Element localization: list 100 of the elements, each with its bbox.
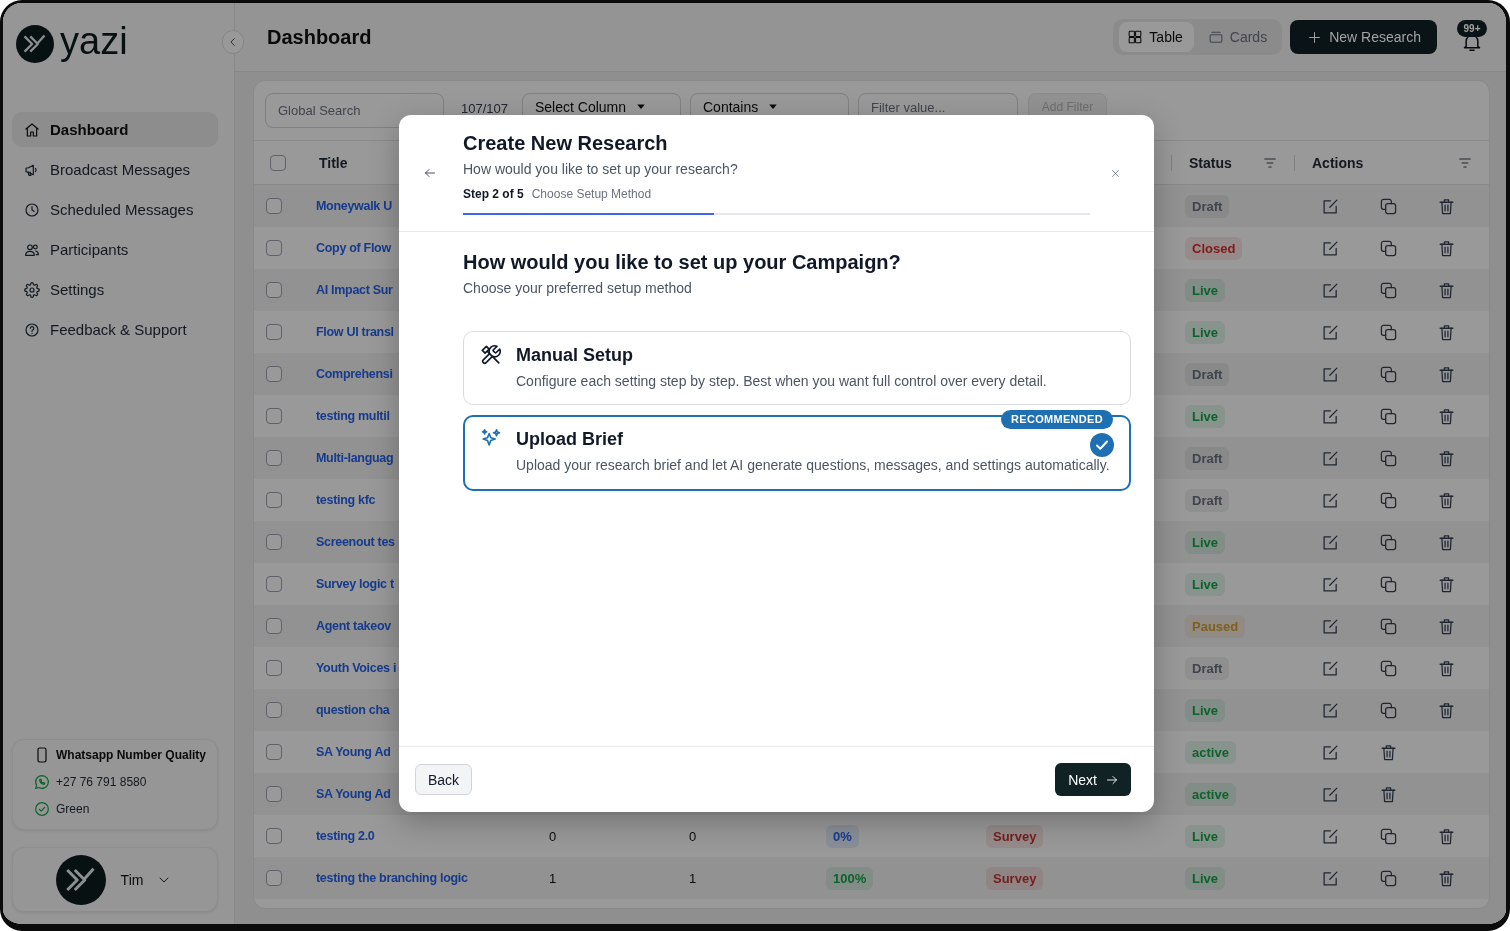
checkbox[interactable] [266, 702, 282, 718]
trash-icon[interactable] [1437, 281, 1455, 299]
edit-icon[interactable] [1321, 491, 1339, 509]
view-tab[interactable]: Table [1119, 22, 1194, 52]
checkbox[interactable] [266, 870, 282, 886]
edit-icon[interactable] [1321, 281, 1339, 299]
next-button[interactable]: Next [1055, 763, 1131, 796]
copy-icon[interactable] [1379, 617, 1397, 635]
trash-icon[interactable] [1437, 533, 1455, 551]
checkbox[interactable] [266, 534, 282, 550]
copy-icon[interactable] [1379, 659, 1397, 677]
research-title-link[interactable]: Comprehensi [316, 367, 393, 381]
trash-icon[interactable] [1437, 617, 1455, 635]
sidebar-item[interactable]: Feedback & Support [12, 312, 218, 347]
trash-icon[interactable] [1379, 743, 1397, 761]
checkbox[interactable] [266, 198, 282, 214]
trash-icon[interactable] [1437, 869, 1455, 887]
research-title-link[interactable]: Flow UI transl [316, 325, 394, 339]
sidebar-item[interactable]: Broadcast Messages [12, 152, 218, 187]
checkbox[interactable] [266, 450, 282, 466]
checkbox[interactable] [270, 154, 286, 171]
edit-icon[interactable] [1321, 869, 1339, 887]
copy-icon[interactable] [1379, 323, 1397, 341]
setup-option-card[interactable]: Manual Setup Configure each setting step by step. Best when you want full control over every detail. [463, 331, 1131, 405]
research-title-link[interactable]: Agent takeov [316, 619, 391, 633]
checkbox[interactable] [266, 618, 282, 634]
sidebar-item[interactable]: Settings [12, 272, 218, 307]
trash-icon[interactable] [1437, 365, 1455, 383]
trash-icon[interactable] [1379, 785, 1397, 803]
research-title-link[interactable]: testing 2.0 [316, 829, 375, 843]
checkbox[interactable] [266, 408, 282, 424]
edit-icon[interactable] [1321, 533, 1339, 551]
research-title-link[interactable]: SA Young Ad [316, 787, 391, 801]
edit-icon[interactable] [1321, 743, 1339, 761]
checkbox[interactable] [266, 828, 282, 844]
research-title-link[interactable]: testing kfc [316, 493, 376, 507]
research-title-link[interactable]: Multi-languag [316, 451, 394, 465]
edit-icon[interactable] [1321, 701, 1339, 719]
trash-icon[interactable] [1437, 575, 1455, 593]
trash-icon[interactable] [1437, 701, 1455, 719]
research-title-link[interactable]: testing the branching logic [316, 871, 468, 885]
copy-icon[interactable] [1379, 533, 1397, 551]
copy-icon[interactable] [1379, 239, 1397, 257]
edit-icon[interactable] [1321, 449, 1339, 467]
research-title-link[interactable]: Copy of Flow [316, 241, 391, 255]
copy-icon[interactable] [1379, 281, 1397, 299]
edit-icon[interactable] [1321, 365, 1339, 383]
trash-icon[interactable] [1437, 659, 1455, 677]
checkbox[interactable] [266, 240, 282, 256]
research-title-link[interactable]: AI Impact Sur [316, 283, 393, 297]
sidebar-item[interactable]: Dashboard [12, 112, 218, 147]
edit-icon[interactable] [1321, 617, 1339, 635]
copy-icon[interactable] [1379, 827, 1397, 845]
checkbox[interactable] [266, 660, 282, 676]
research-title-link[interactable]: SA Young Ad [316, 745, 391, 759]
checkbox[interactable] [266, 492, 282, 508]
checkbox[interactable] [266, 282, 282, 298]
edit-icon[interactable] [1321, 827, 1339, 845]
checkbox[interactable] [266, 786, 282, 802]
research-title-link[interactable]: Youth Voices i [316, 661, 397, 675]
checkbox[interactable] [266, 576, 282, 592]
research-title-link[interactable]: question cha [316, 703, 390, 717]
user-menu-button[interactable]: Tim [12, 847, 218, 912]
research-title-link[interactable]: Moneywalk U [316, 199, 392, 213]
sidebar-item[interactable]: Participants [12, 232, 218, 267]
copy-icon[interactable] [1379, 365, 1397, 383]
new-research-button[interactable]: New Research [1290, 20, 1437, 54]
trash-icon[interactable] [1437, 323, 1455, 341]
trash-icon[interactable] [1437, 197, 1455, 215]
trash-icon[interactable] [1437, 491, 1455, 509]
copy-icon[interactable] [1379, 449, 1397, 467]
edit-icon[interactable] [1321, 785, 1339, 803]
edit-icon[interactable] [1321, 197, 1339, 215]
notifications-button[interactable]: 99+ [1457, 20, 1487, 54]
research-title-link[interactable]: testing multil [316, 409, 390, 423]
copy-icon[interactable] [1379, 197, 1397, 215]
copy-icon[interactable] [1379, 869, 1397, 887]
trash-icon[interactable] [1437, 449, 1455, 467]
sidebar-item[interactable]: Scheduled Messages [12, 192, 218, 227]
copy-icon[interactable] [1379, 407, 1397, 425]
edit-icon[interactable] [1321, 659, 1339, 677]
view-tab[interactable]: Cards [1199, 22, 1279, 52]
copy-icon[interactable] [1379, 491, 1397, 509]
research-title-link[interactable]: Screenout tes [316, 535, 395, 549]
checkbox[interactable] [266, 324, 282, 340]
back-button[interactable]: Back [415, 764, 473, 795]
checkbox[interactable] [266, 744, 282, 760]
search-field[interactable]: Global Search [265, 93, 444, 128]
grid-icon [1128, 30, 1143, 44]
edit-icon[interactable] [1321, 575, 1339, 593]
edit-icon[interactable] [1321, 239, 1339, 257]
copy-icon[interactable] [1379, 701, 1397, 719]
trash-icon[interactable] [1437, 827, 1455, 845]
checkbox[interactable] [266, 366, 282, 382]
copy-icon[interactable] [1379, 575, 1397, 593]
research-title-link[interactable]: Survey logic t [316, 577, 394, 591]
edit-icon[interactable] [1321, 323, 1339, 341]
edit-icon[interactable] [1321, 407, 1339, 425]
trash-icon[interactable] [1437, 239, 1455, 257]
trash-icon[interactable] [1437, 407, 1455, 425]
